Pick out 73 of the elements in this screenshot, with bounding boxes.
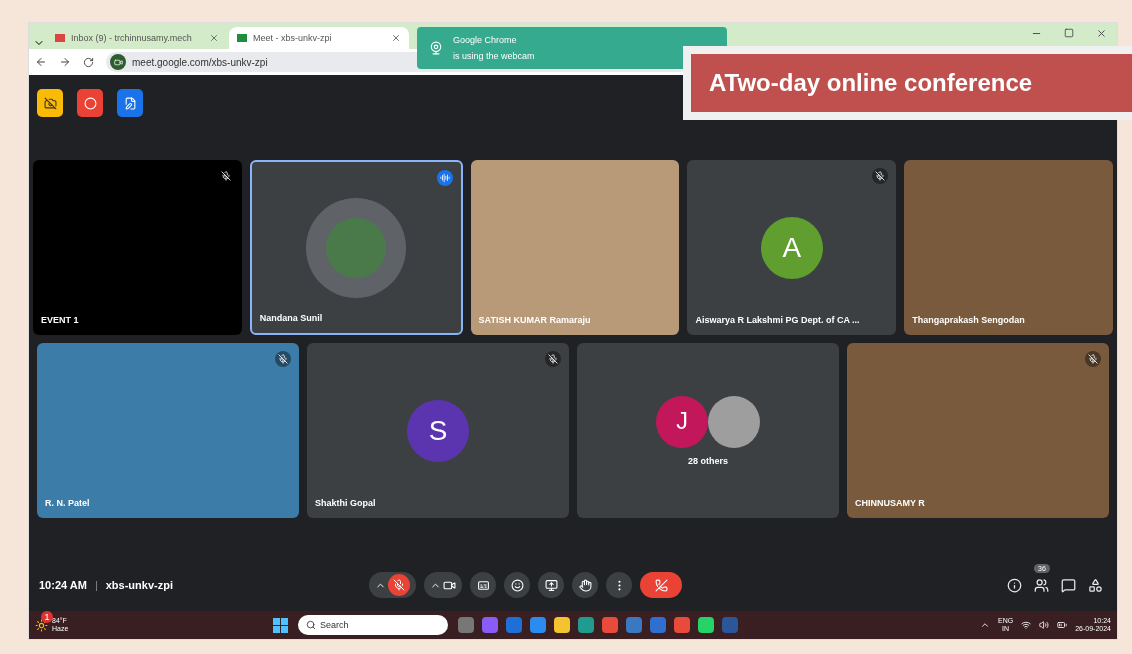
app-icon[interactable] (578, 617, 594, 633)
photo-placeholder (708, 395, 760, 448)
reload-icon[interactable] (83, 56, 94, 68)
notes-icon[interactable] (117, 89, 143, 117)
restore-icon[interactable] (1064, 27, 1074, 38)
chat-button[interactable] (1061, 577, 1076, 593)
leave-call-button[interactable] (640, 572, 682, 598)
meet-icon (237, 34, 247, 42)
participant-name: SATISH KUMAR Ramaraju (478, 315, 591, 325)
volume-icon (1039, 620, 1050, 630)
info-button[interactable] (1007, 577, 1022, 593)
app-icon[interactable] (482, 617, 498, 633)
app-icon[interactable] (626, 617, 642, 633)
participant-name: Nandana Sunil (259, 313, 323, 323)
audio-wave-icon (436, 170, 453, 186)
present-button[interactable] (538, 572, 564, 598)
more-button[interactable] (606, 572, 632, 598)
avatar: J (656, 395, 708, 448)
site-icon (110, 54, 126, 70)
participant-name: Aiswarya R Lakshmi PG Dept. of CA ... (695, 315, 860, 325)
app-icon[interactable] (458, 617, 474, 633)
meeting-code: xbs-unkv-zpi (105, 579, 173, 591)
conference-banner: ATwo-day online conference (691, 54, 1132, 112)
app-icon[interactable] (554, 617, 570, 633)
notification-text: is using the webcam (453, 51, 536, 61)
avatar: A (760, 216, 823, 279)
participant-name: R. N. Patel (45, 498, 90, 508)
participant-name: Shakthi Gopal (315, 498, 376, 508)
mail-icon (55, 34, 65, 42)
close-icon[interactable] (1096, 27, 1107, 39)
notification-title: Google Chrome (453, 35, 518, 45)
mic-off-icon[interactable] (388, 574, 410, 596)
browser-tab[interactable]: Inbox (9) - trchinnusamy.mech (47, 27, 227, 49)
record-icon[interactable] (77, 89, 103, 117)
search-icon (306, 620, 316, 630)
taskbar-search[interactable]: Search (298, 615, 448, 635)
app-icon[interactable] (698, 617, 714, 633)
camera-button[interactable] (424, 572, 462, 598)
participant-name: CHINNUSAMY R (855, 498, 925, 508)
app-icon[interactable] (602, 617, 618, 633)
smiley-icon (510, 578, 524, 592)
separator: | (94, 579, 98, 591)
mic-button[interactable] (369, 572, 416, 598)
forward-icon[interactable] (59, 56, 71, 68)
raise-hand-button[interactable] (572, 572, 598, 598)
meeting-time: 10:24 AM (39, 579, 87, 591)
tray-chevron-icon[interactable] (980, 620, 990, 630)
participant-count: 28 others (688, 455, 728, 466)
captions-icon (476, 578, 490, 592)
camera-off-icon[interactable] (37, 89, 63, 117)
captions-button[interactable] (470, 572, 496, 598)
webcam-icon (429, 41, 443, 55)
close-icon[interactable] (209, 33, 219, 43)
weather-icon (35, 618, 48, 632)
app-icon[interactable] (530, 617, 546, 633)
start-button[interactable] (273, 617, 288, 633)
present-screen-icon (544, 578, 558, 592)
avatar: S (407, 399, 469, 462)
participant-name: Thangaprakash Sengodan (912, 315, 1025, 325)
close-icon[interactable] (391, 33, 401, 43)
activities-button[interactable] (1088, 577, 1103, 593)
wifi-icon (1021, 620, 1032, 630)
back-icon[interactable] (35, 56, 47, 68)
app-icon[interactable] (650, 617, 666, 633)
battery-icon (1057, 620, 1068, 630)
app-icon[interactable] (674, 617, 690, 633)
notification-badge: 1 (41, 611, 53, 623)
app-icon[interactable] (506, 617, 522, 633)
browser-tab[interactable]: Meet - xbs-unkv-zpi (229, 27, 409, 49)
hand-icon (578, 578, 592, 592)
emoji-button[interactable] (504, 572, 530, 598)
participant-name: EVENT 1 (41, 315, 79, 325)
phone-icon (654, 578, 668, 592)
